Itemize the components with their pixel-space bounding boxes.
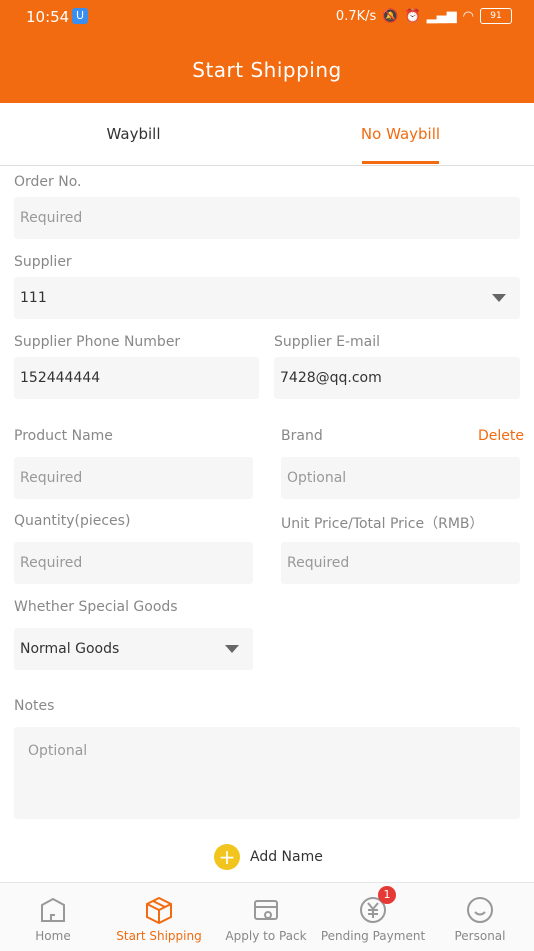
special-goods-select[interactable]: Normal Goods bbox=[14, 628, 253, 670]
email-label: Supplier E-mail bbox=[274, 334, 381, 350]
nav-pending-payment-label: Pending Payment bbox=[320, 929, 426, 943]
plus-icon: + bbox=[214, 844, 240, 870]
nav-pending-payment[interactable]: Pending Payment 1 bbox=[320, 883, 426, 951]
product-placeholder: Required bbox=[20, 470, 83, 486]
special-goods-label: Whether Special Goods bbox=[14, 599, 178, 615]
quantity-label: Quantity(pieces) bbox=[14, 513, 131, 529]
product-input[interactable]: Required bbox=[14, 457, 253, 499]
nav-apply-to-pack[interactable]: Apply to Pack bbox=[213, 883, 319, 951]
special-goods-value: Normal Goods bbox=[20, 641, 120, 657]
price-input[interactable]: Required bbox=[281, 542, 520, 584]
active-tab-indicator bbox=[362, 161, 439, 164]
nav-personal-label: Personal bbox=[454, 929, 506, 943]
nav-personal[interactable]: Personal bbox=[427, 883, 533, 951]
brand-placeholder: Optional bbox=[287, 470, 347, 486]
tab-waybill[interactable]: Waybill bbox=[0, 103, 267, 165]
package-icon bbox=[254, 900, 278, 920]
notes-placeholder: Optional bbox=[28, 743, 88, 759]
order-label: Order No. bbox=[14, 174, 82, 190]
status-right: 0.7K/s 🔕 ⏰ ▂▄▆ ◠ 91 bbox=[336, 8, 512, 24]
phone-input[interactable]: 152444444 bbox=[14, 357, 259, 399]
add-name-button[interactable]: + Add Name bbox=[214, 844, 323, 870]
price-label: Unit Price/Total Price（RMB） bbox=[281, 516, 484, 532]
brand-label: Brand bbox=[281, 428, 323, 444]
email-input[interactable]: 7428@qq.com bbox=[274, 357, 520, 399]
home-icon bbox=[41, 897, 65, 922]
order-input[interactable]: Required bbox=[14, 197, 520, 239]
status-time: 10:54 bbox=[26, 8, 70, 26]
nav-apply-to-pack-label: Apply to Pack bbox=[225, 929, 307, 943]
nav-home[interactable]: Home bbox=[0, 883, 106, 951]
phone-value: 152444444 bbox=[20, 370, 101, 386]
nav-start-shipping[interactable]: Start Shipping bbox=[106, 883, 212, 951]
chevron-down-icon bbox=[492, 294, 506, 302]
delete-button[interactable]: Delete bbox=[478, 428, 524, 444]
page-title: Start Shipping bbox=[192, 58, 342, 82]
tab-no-waybill[interactable]: No Waybill bbox=[267, 103, 534, 165]
chevron-down-icon bbox=[225, 645, 239, 653]
phone-label: Supplier Phone Number bbox=[14, 334, 181, 350]
signal-icon: ▂▄▆ bbox=[426, 8, 457, 24]
nav-start-shipping-label: Start Shipping bbox=[116, 929, 202, 943]
wifi-icon: ◠ bbox=[462, 8, 474, 24]
bottom-nav: Home Start Shipping Apply to Pack Pendin… bbox=[0, 882, 534, 951]
add-name-label: Add Name bbox=[250, 849, 323, 865]
supplier-label: Supplier bbox=[14, 254, 72, 270]
notes-textarea[interactable]: Optional bbox=[14, 727, 520, 819]
price-placeholder: Required bbox=[287, 555, 350, 571]
email-value: 7428@qq.com bbox=[280, 370, 382, 386]
battery-icon: 91 bbox=[480, 8, 512, 24]
quantity-input[interactable]: Required bbox=[14, 542, 253, 584]
mute-icon: 🔕 bbox=[382, 8, 399, 24]
order-placeholder: Required bbox=[20, 210, 83, 226]
tab-bar: Waybill No Waybill bbox=[0, 103, 534, 166]
supplier-select[interactable]: 111 bbox=[14, 277, 520, 319]
quantity-placeholder: Required bbox=[20, 555, 83, 571]
network-speed: 0.7K/s bbox=[335, 8, 377, 24]
box-icon bbox=[146, 896, 172, 925]
status-bar: 10:54 U 0.7K/s 🔕 ⏰ ▂▄▆ ◠ 91 bbox=[0, 0, 534, 34]
product-label: Product Name bbox=[14, 428, 113, 444]
brand-input[interactable]: Optional bbox=[281, 457, 520, 499]
notification-app-icon: U bbox=[72, 8, 88, 24]
pending-badge: 1 bbox=[378, 886, 396, 904]
notes-label: Notes bbox=[14, 698, 55, 714]
smile-icon bbox=[467, 897, 493, 923]
supplier-value: 111 bbox=[20, 290, 47, 306]
alarm-icon: ⏰ bbox=[404, 8, 421, 24]
app-header: 10:54 U 0.7K/s 🔕 ⏰ ▂▄▆ ◠ 91 Start Shippi… bbox=[0, 0, 534, 103]
nav-home-label: Home bbox=[35, 929, 71, 943]
